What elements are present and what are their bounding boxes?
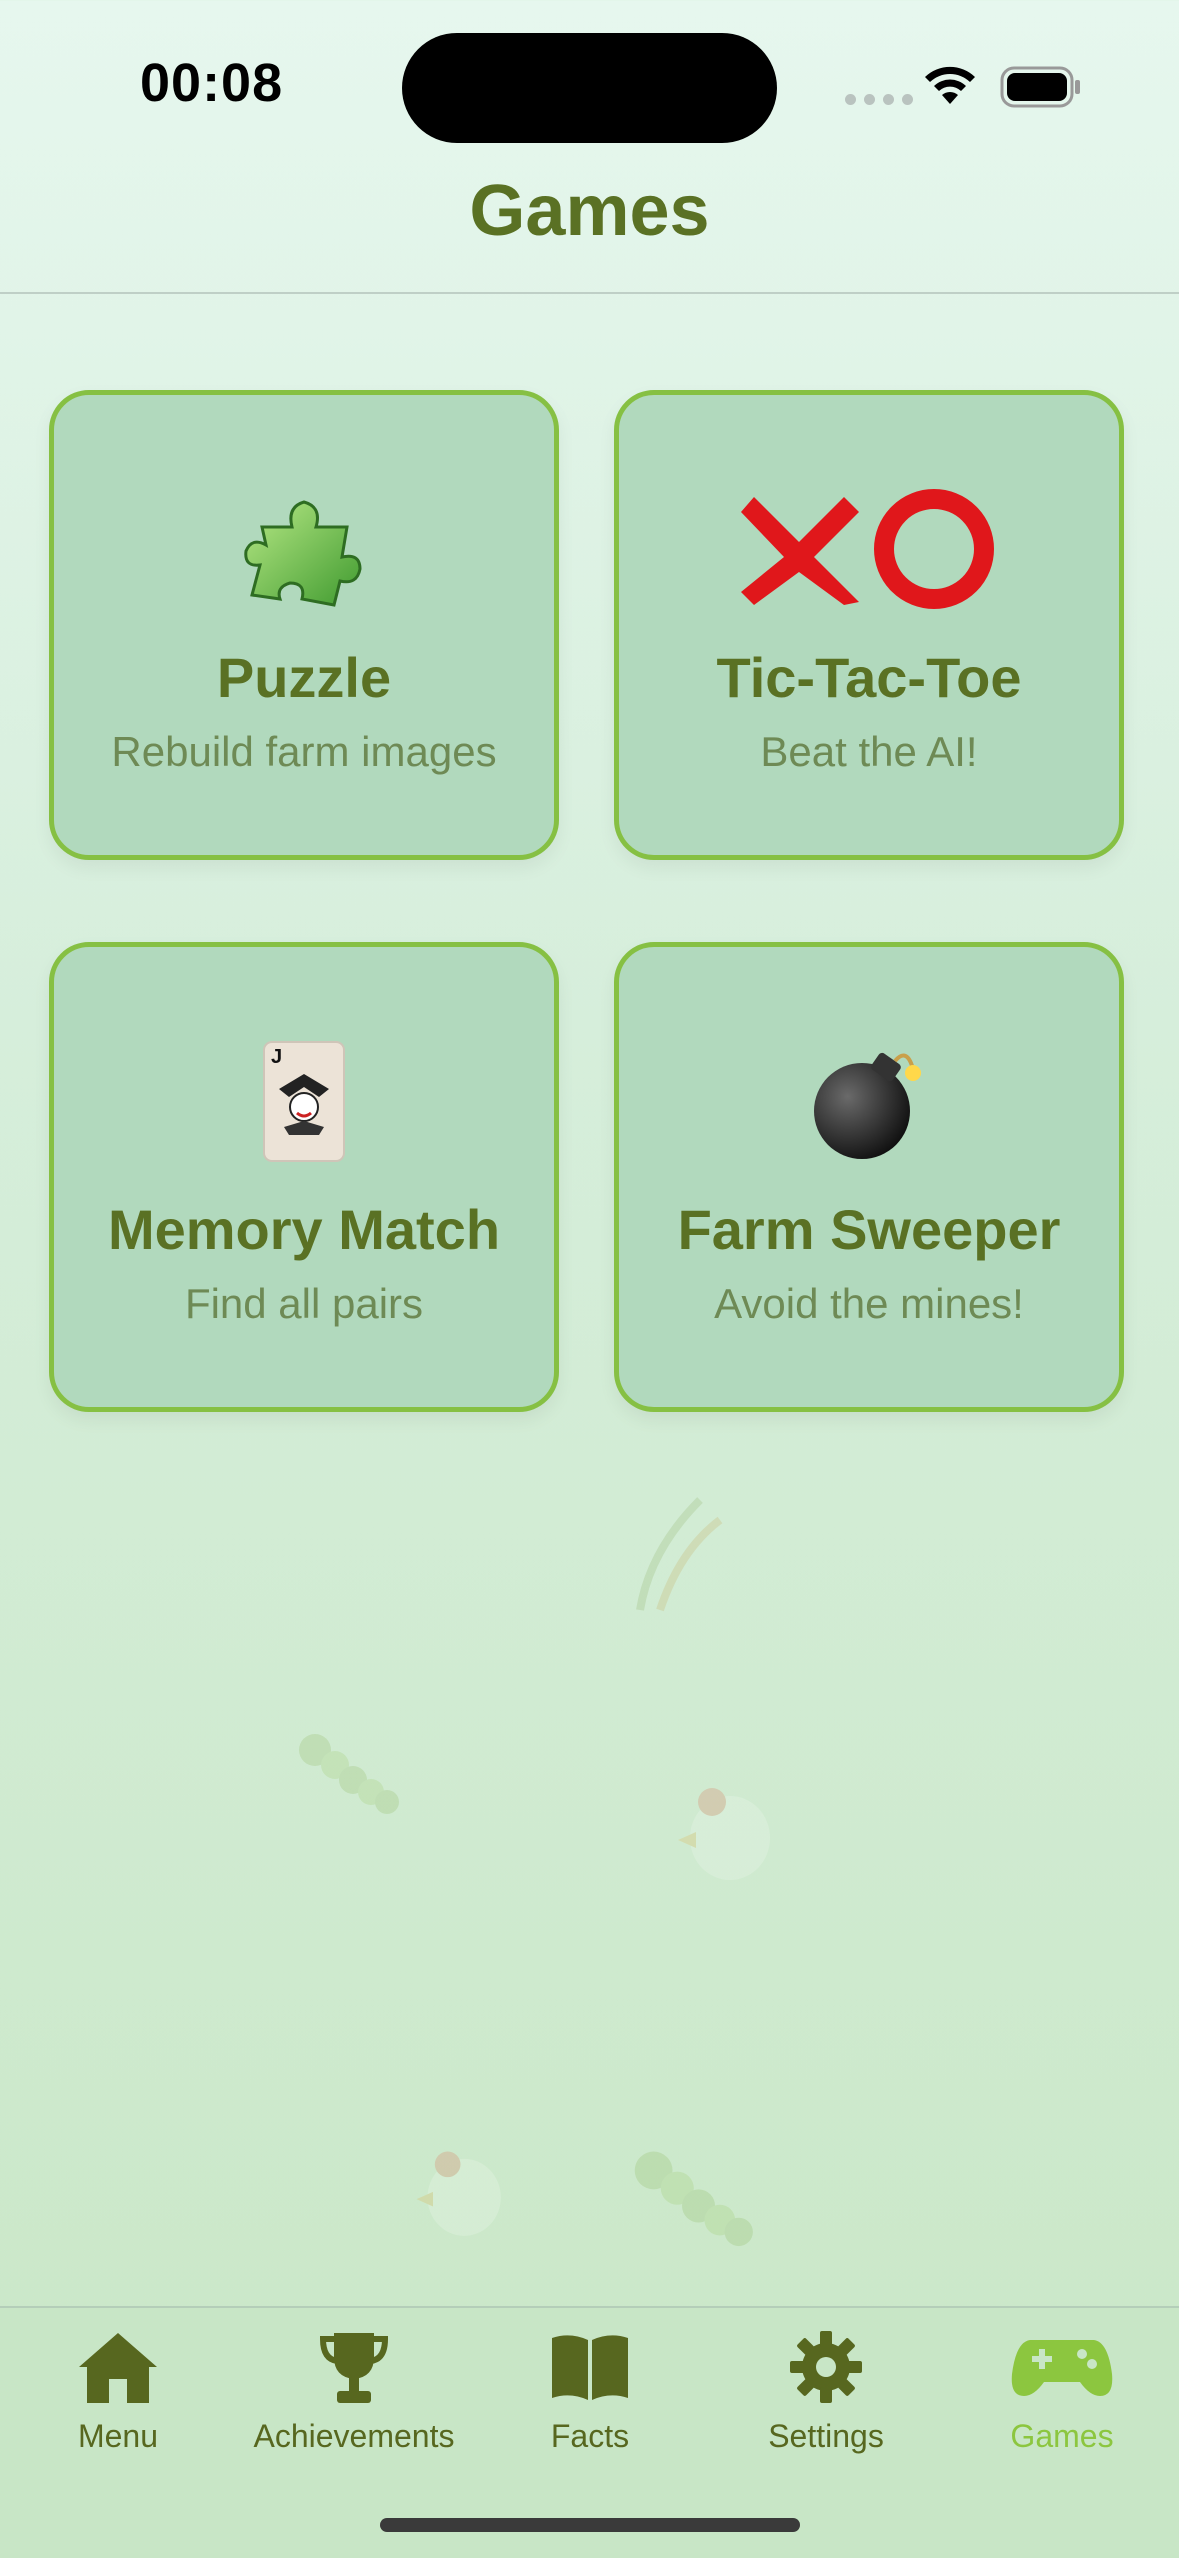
tab-settings[interactable]: Settings xyxy=(708,2308,944,2468)
caterpillar-decoration-icon xyxy=(299,1734,399,1814)
chicken-decoration-icon xyxy=(678,1788,770,1880)
bomb-icon xyxy=(619,1039,1119,1164)
home-indicator[interactable] xyxy=(380,2518,800,2532)
game-card-tic-tac-toe[interactable]: Tic-Tac-Toe Beat the AI! xyxy=(614,390,1124,860)
tab-games[interactable]: Games xyxy=(944,2308,1179,2468)
dynamic-island xyxy=(402,33,777,143)
tab-label: Achievements xyxy=(253,2418,455,2454)
gamepad-icon xyxy=(944,2326,1179,2408)
chicken-decoration-icon xyxy=(416,2151,501,2236)
page-title: Games xyxy=(469,171,710,251)
tab-label: Menu xyxy=(77,2418,159,2454)
caterpillar-decoration-icon xyxy=(634,2151,753,2247)
game-card-farm-sweeper[interactable]: Farm Sweeper Avoid the mines! xyxy=(614,942,1124,1412)
x-o-icon xyxy=(619,487,1119,612)
trophy-icon xyxy=(236,2326,472,2408)
nav-divider xyxy=(0,292,1179,294)
game-card-memory-match[interactable]: J Memory Match Find all pairs xyxy=(49,942,559,1412)
tab-menu[interactable]: Menu xyxy=(0,2308,236,2468)
game-title: Farm Sweeper xyxy=(677,1198,1061,1261)
game-title: Puzzle xyxy=(216,646,392,709)
status-bar: 00:08 xyxy=(0,0,1179,170)
house-icon xyxy=(0,2326,236,2408)
game-subtitle: Rebuild farm images xyxy=(111,728,497,775)
status-time: 00:08 xyxy=(140,53,284,113)
puzzle-piece-icon xyxy=(54,487,554,612)
game-title: Tic-Tac-Toe xyxy=(716,646,1022,709)
game-subtitle: Avoid the mines! xyxy=(714,1280,1024,1327)
tab-label: Facts xyxy=(550,2418,630,2454)
game-title: Memory Match xyxy=(107,1198,501,1261)
gear-icon xyxy=(708,2326,944,2408)
battery-icon xyxy=(1000,66,1080,108)
joker-card-icon: J xyxy=(54,1039,554,1164)
book-icon xyxy=(472,2326,708,2408)
wheat-decoration-icon xyxy=(636,1497,723,1612)
svg-text:J: J xyxy=(271,1046,282,1068)
game-subtitle: Find all pairs xyxy=(184,1280,424,1327)
game-card-puzzle[interactable]: Puzzle Rebuild farm images xyxy=(49,390,559,860)
tab-achievements[interactable]: Achievements xyxy=(236,2308,472,2468)
tab-label: Settings xyxy=(768,2418,884,2454)
tab-label: Games xyxy=(1010,2418,1114,2454)
wifi-icon xyxy=(925,66,975,104)
game-subtitle: Beat the AI! xyxy=(760,728,978,775)
cellular-signal-icon xyxy=(845,94,913,105)
tab-facts[interactable]: Facts xyxy=(472,2308,708,2468)
